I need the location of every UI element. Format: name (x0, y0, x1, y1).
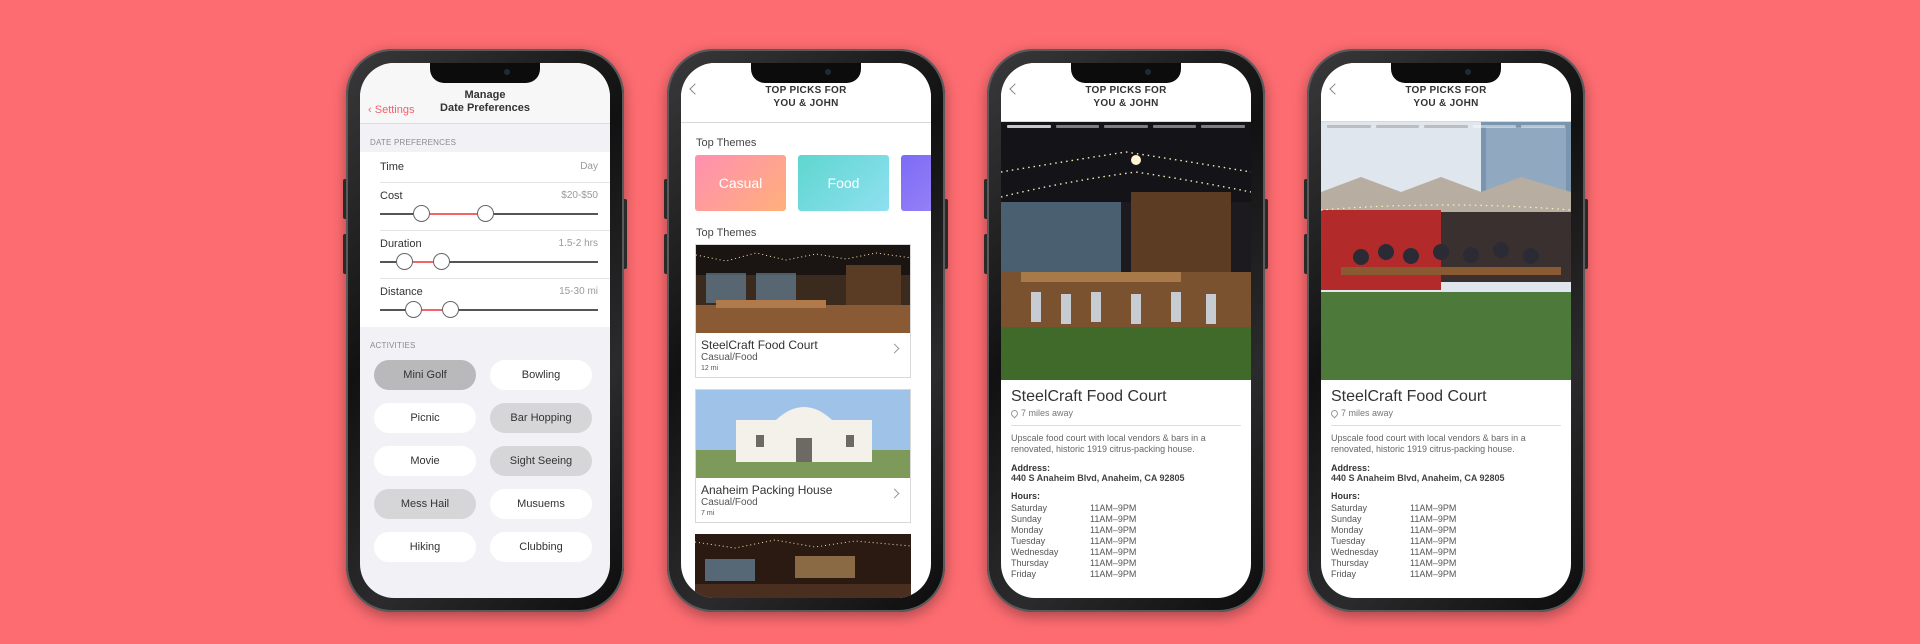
theme-casual[interactable]: Casual (695, 155, 786, 211)
place-description: Upscale food court with local vendors & … (1331, 433, 1526, 454)
activity-chip[interactable]: Sight Seeing (490, 446, 592, 476)
activity-chip[interactable]: Mess Hail (374, 489, 476, 519)
phone-notch (430, 63, 540, 83)
activity-chip[interactable]: Bar Hopping (490, 403, 592, 433)
photo-progress (1327, 125, 1565, 128)
activity-chip[interactable]: Picnic (374, 403, 476, 433)
activity-chip[interactable]: Clubbing (490, 532, 592, 562)
divider (1011, 425, 1241, 426)
place-card[interactable]: SteelCraft Food Court Casual/Food 12 mi (695, 244, 911, 378)
hours-row: Wednesday 11AM–9PM (1331, 547, 1457, 557)
hours-row: Friday 11AM–9PM (1011, 569, 1137, 579)
preferences-group: Time Day Cost $20-$50 Duration 1.5-2 hrs… (360, 152, 610, 327)
phone-notch (1391, 63, 1501, 83)
slider-handle[interactable] (413, 205, 431, 222)
duration-row: Duration 1.5-2 hrs (380, 231, 610, 279)
section-header-activities: ACTIVITIES (370, 341, 416, 350)
place-description: Upscale food court with local vendors & … (1011, 433, 1206, 454)
hours-row: Monday 11AM–9PM (1011, 525, 1137, 535)
theme-more[interactable] (901, 155, 931, 211)
slider-range-fill (421, 213, 485, 215)
cost-row: Cost $20-$50 (380, 183, 610, 231)
slider-handle[interactable] (441, 301, 459, 318)
phone-detail-1: TOP PICKS FOR YOU & JOHN SteelCraft Food… (984, 49, 1268, 612)
hours-row: Tuesday 11AM–9PM (1331, 536, 1457, 546)
place-name: SteelCraft Food Court (1011, 388, 1167, 405)
location-pin-icon (1329, 408, 1340, 418)
hours-row: Sunday 11AM–9PM (1331, 514, 1457, 524)
section-header-preferences: DATE PREFERENCES (370, 138, 457, 147)
activity-chip[interactable]: Bowling (490, 360, 592, 390)
duration-slider[interactable] (380, 253, 598, 270)
picks-label: Top Themes (696, 227, 757, 239)
place-address[interactable]: 440 S Anaheim Blvd, Anaheim, CA 92805 (1011, 473, 1241, 483)
slider-handle[interactable] (404, 301, 422, 318)
hours-row: Sunday 11AM–9PM (1011, 514, 1137, 524)
detail-screen: TOP PICKS FOR YOU & JOHN SteelCraft Food… (1321, 63, 1571, 598)
phone-top-picks: TOP PICKS FOR YOU & JOHN Top Themes Casu… (664, 49, 948, 612)
themes-carousel[interactable]: Casual Food (681, 155, 931, 211)
place-card[interactable]: Anaheim Packing House Casual/Food 7 mi (695, 389, 911, 523)
place-photo (695, 534, 911, 598)
hours-row: Tuesday 11AM–9PM (1011, 536, 1137, 546)
place-address[interactable]: 440 S Anaheim Blvd, Anaheim, CA 92805 (1331, 473, 1561, 483)
page-title: TOP PICKS FOR YOU & JOHN (1085, 85, 1167, 109)
phone-notch (1071, 63, 1181, 83)
cost-slider[interactable] (380, 205, 598, 222)
hours-row: Friday 11AM–9PM (1331, 569, 1457, 579)
top-picks-screen: TOP PICKS FOR YOU & JOHN Top Themes Casu… (681, 63, 931, 598)
place-photo (696, 245, 910, 333)
slider-handle[interactable] (476, 205, 494, 222)
hours-row: Thursday 11AM–9PM (1331, 558, 1457, 568)
hours-list: Saturday 11AM–9PM Sunday 11AM–9PM Monday 11AM… (1331, 503, 1561, 580)
page-title: TOP PICKS FOR YOU & JOHN (1405, 85, 1487, 109)
phone-preferences: ‹ Settings Manage Date Preferences DATE … (343, 49, 627, 612)
themes-label: Top Themes (696, 137, 757, 149)
activity-chip[interactable]: Musuems (490, 489, 592, 519)
place-photo[interactable] (1321, 122, 1571, 380)
phone-detail-2: TOP PICKS FOR YOU & JOHN SteelCraft Food… (1304, 49, 1588, 612)
hours-row: Wednesday 11AM–9PM (1011, 547, 1137, 557)
detail-screen: TOP PICKS FOR YOU & JOHN SteelCraft Food… (1001, 63, 1251, 598)
hours-list: Saturday 11AM–9PM Sunday 11AM–9PM Monday 11AM… (1011, 503, 1241, 580)
preferences-screen: ‹ Settings Manage Date Preferences DATE … (360, 63, 610, 598)
place-photo (696, 390, 910, 478)
hours-row: Saturday 11AM–9PM (1011, 503, 1137, 513)
distance-slider[interactable] (380, 301, 598, 318)
hours-row: Monday 11AM–9PM (1331, 525, 1457, 535)
place-details: SteelCraft Food Court 7 miles away Upsca… (1321, 380, 1571, 588)
place-name: SteelCraft Food Court (1331, 388, 1487, 405)
time-row[interactable]: Time Day (380, 152, 610, 183)
activity-chips: Mini Golf Bowling Picnic Bar Hopping Movie Si… (360, 360, 610, 562)
hours-row: Thursday 11AM–9PM (1011, 558, 1137, 568)
activity-chip[interactable]: Hiking (374, 532, 476, 562)
place-card-partial[interactable] (695, 534, 911, 598)
place-details: SteelCraft Food Court 7 miles away Upsca… (1001, 380, 1251, 588)
activity-chip[interactable]: Mini Golf (374, 360, 476, 390)
page-title: TOP PICKS FOR YOU & JOHN (765, 85, 847, 109)
photo-progress (1007, 125, 1245, 128)
activity-chip[interactable]: Movie (374, 446, 476, 476)
slider-handle[interactable] (433, 253, 451, 270)
slider-handle[interactable] (395, 253, 413, 270)
hours-row: Saturday 11AM–9PM (1331, 503, 1457, 513)
page-title: Manage Date Preferences (440, 89, 530, 114)
place-photo[interactable] (1001, 122, 1251, 380)
divider (1331, 425, 1561, 426)
distance-row: Distance 15-30 mi (380, 279, 610, 327)
phone-notch (751, 63, 861, 83)
location-pin-icon (1009, 408, 1020, 418)
theme-food[interactable]: Food (798, 155, 889, 211)
